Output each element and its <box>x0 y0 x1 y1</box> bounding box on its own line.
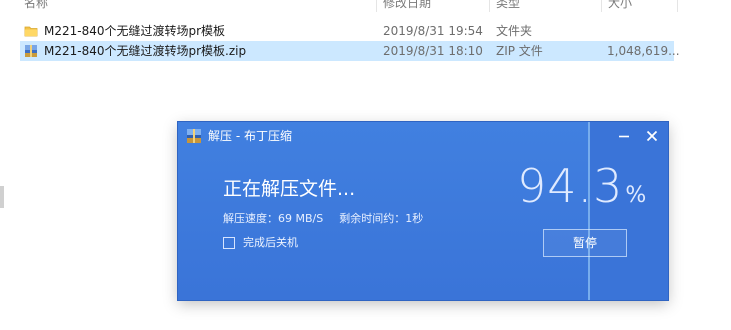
file-date: 2019/8/31 19:54 <box>383 24 483 38</box>
speed-label: 解压速度： <box>223 212 278 225</box>
column-date[interactable]: 修改日期 <box>383 0 431 12</box>
dialog-title: 解压 - 布丁压缩 <box>208 129 292 143</box>
folder-icon <box>24 26 38 37</box>
file-size: 1,048,619... <box>607 44 680 58</box>
status-text: 正在解压文件... <box>223 178 356 200</box>
file-name: M221-840个无缝过渡转场pr模板 <box>44 24 226 38</box>
pause-button[interactable]: 暂停 <box>543 229 627 257</box>
remaining-value: 1秒 <box>405 212 424 225</box>
file-date: 2019/8/31 18:10 <box>383 44 483 58</box>
minimize-icon <box>619 135 629 138</box>
close-button[interactable] <box>642 126 662 146</box>
column-header: 名称 修改日期 类型 大小 <box>0 0 731 12</box>
file-row-folder[interactable]: M221-840个无缝过渡转场pr模板 2019/8/31 19:54 文件夹 <box>20 21 674 41</box>
close-icon <box>646 130 658 142</box>
column-divider[interactable] <box>677 0 678 12</box>
screen: 名称 修改日期 类型 大小 M221-840个无缝过渡转场pr模板 2019/8… <box>0 0 731 330</box>
extract-dialog: 解压 - 布丁压缩 正在解压文件... 解压速度：69 MB/S 剩余时间约：1秒… <box>178 122 668 300</box>
column-divider[interactable] <box>489 0 490 12</box>
progress-value: 94.3 <box>517 159 624 213</box>
file-type: ZIP 文件 <box>496 44 543 58</box>
remaining-label: 剩余时间约： <box>339 212 406 225</box>
shutdown-label: 完成后关机 <box>243 236 298 249</box>
shutdown-checkbox[interactable] <box>223 237 235 249</box>
file-name: M221-840个无缝过渡转场pr模板.zip <box>44 44 247 58</box>
zip-archive-icon <box>25 45 37 57</box>
column-divider[interactable] <box>601 0 602 12</box>
speed-info: 解压速度：69 MB/S 剩余时间约：1秒 <box>223 211 423 227</box>
window-edge <box>0 186 4 208</box>
progress-percent: 94.3% <box>517 156 646 216</box>
column-name[interactable]: 名称 <box>24 0 48 12</box>
progress-unit: % <box>625 183 647 208</box>
speed-value: 69 MB/S <box>278 212 324 225</box>
file-row-zip[interactable]: M221-840个无缝过渡转场pr模板.zip 2019/8/31 18:10 … <box>20 41 680 61</box>
dialog-title-bar[interactable]: 解压 - 布丁压缩 <box>178 122 668 150</box>
app-logo-icon <box>187 129 201 143</box>
file-type: 文件夹 <box>496 24 533 38</box>
minimize-button[interactable] <box>614 126 634 146</box>
column-divider[interactable] <box>376 0 377 12</box>
column-type[interactable]: 类型 <box>496 0 520 12</box>
column-size[interactable]: 大小 <box>608 0 632 12</box>
